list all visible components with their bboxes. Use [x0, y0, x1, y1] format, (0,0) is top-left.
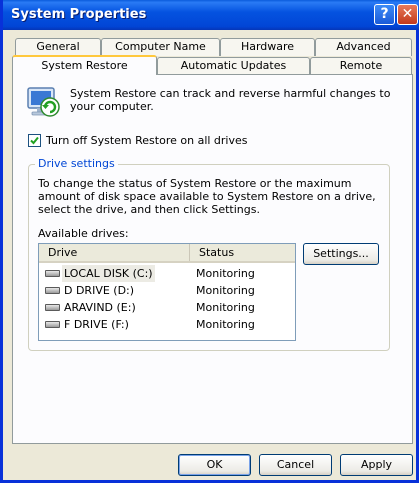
- drive-name: LOCAL DISK (C:): [62, 265, 155, 282]
- column-header-drive[interactable]: Drive: [39, 244, 190, 261]
- apply-button[interactable]: Apply: [340, 454, 413, 476]
- turn-off-restore-label[interactable]: Turn off System Restore on all drives: [46, 134, 248, 147]
- system-restore-icon: [27, 87, 60, 117]
- drive-status: Monitoring: [196, 301, 255, 314]
- column-header-status[interactable]: Status: [190, 244, 295, 261]
- tab-advanced[interactable]: Advanced: [315, 38, 412, 56]
- hard-drive-icon: [45, 270, 60, 277]
- hard-drive-icon: [45, 304, 60, 311]
- tab-hardware[interactable]: Hardware: [220, 38, 315, 56]
- drive-row[interactable]: F DRIVE (F:) Monitoring: [39, 316, 295, 333]
- drive-name: D DRIVE (D:): [64, 284, 135, 297]
- tab-automatic-updates[interactable]: Automatic Updates: [157, 57, 310, 75]
- tab-remote[interactable]: Remote: [310, 57, 412, 75]
- drive-settings-label: Drive settings: [35, 157, 118, 170]
- drive-row[interactable]: ARAVIND (E:) Monitoring: [39, 299, 295, 316]
- tab-system-restore[interactable]: System Restore: [12, 55, 157, 75]
- checkmark-icon: [30, 136, 39, 145]
- available-drives-label: Available drives:: [38, 227, 129, 240]
- drive-status: Monitoring: [196, 284, 255, 297]
- help-icon[interactable]: ?: [374, 4, 395, 25]
- drive-name: F DRIVE (F:): [64, 318, 129, 331]
- drive-status: Monitoring: [196, 318, 255, 331]
- intro-text: System Restore can track and reverse har…: [70, 87, 391, 113]
- drive-status: Monitoring: [196, 267, 255, 280]
- hard-drive-icon: [45, 321, 60, 328]
- title-bar[interactable]: System Properties ? ✕: [3, 0, 419, 30]
- ok-button[interactable]: OK: [178, 454, 251, 476]
- tab-computer-name[interactable]: Computer Name: [101, 38, 220, 56]
- listview-header: Drive Status: [39, 244, 295, 263]
- hard-drive-icon: [45, 287, 60, 294]
- window-title: System Properties: [11, 7, 147, 22]
- drive-settings-description: To change the status of System Restore o…: [38, 177, 376, 216]
- settings-button[interactable]: Settings...: [303, 243, 379, 265]
- cancel-button[interactable]: Cancel: [259, 454, 332, 476]
- drive-row[interactable]: LOCAL DISK (C:) Monitoring: [39, 265, 295, 282]
- system-properties-window: System Properties ? ✕ General Computer N…: [0, 0, 419, 483]
- drives-listview[interactable]: Drive Status LOCAL DISK (C:) Monitoring …: [38, 243, 296, 341]
- drive-name: ARAVIND (E:): [64, 301, 136, 314]
- close-icon[interactable]: ✕: [397, 4, 418, 25]
- tab-general[interactable]: General: [15, 38, 101, 56]
- turn-off-restore-checkbox[interactable]: [28, 134, 41, 147]
- drive-row[interactable]: D DRIVE (D:) Monitoring: [39, 282, 295, 299]
